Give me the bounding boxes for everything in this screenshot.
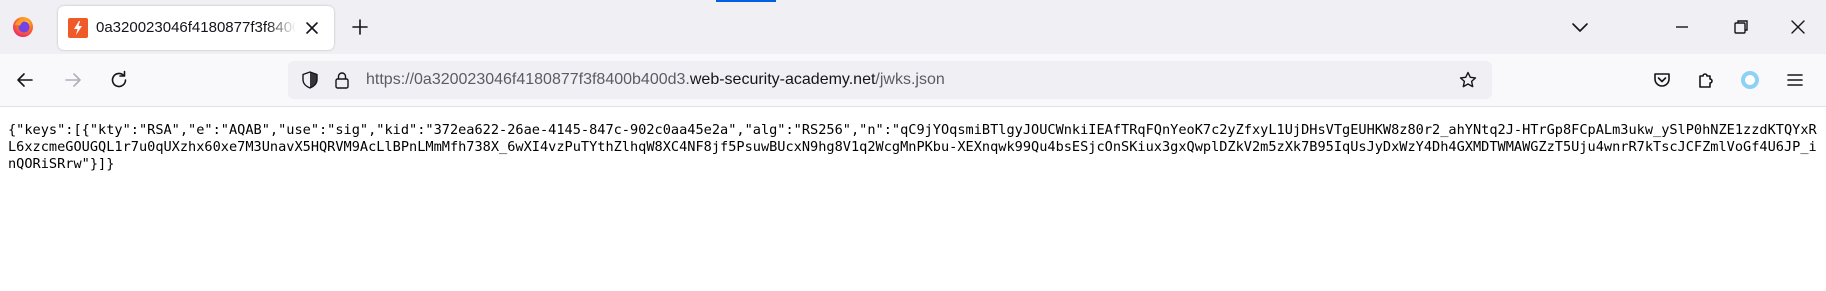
url-text[interactable]: https://0a320023046f4180877f3f8400b400d3… — [366, 71, 945, 89]
url-prefix: https://0a320023046f4180877f3f8400b400d3… — [366, 71, 690, 88]
firefox-icon[interactable] — [11, 15, 35, 39]
plus-icon[interactable] — [348, 15, 372, 39]
puzzle-icon[interactable] — [1694, 68, 1718, 92]
minimize-icon[interactable] — [1670, 15, 1694, 39]
arrow-left-icon[interactable] — [13, 68, 37, 92]
shield-icon[interactable] — [300, 70, 320, 90]
navigation-toolbar: https://0a320023046f4180877f3f8400b400d3… — [0, 54, 1826, 107]
window-close-icon[interactable] — [1786, 15, 1810, 39]
url-domain: web-security-academy.net — [689, 71, 876, 88]
lock-icon[interactable] — [332, 70, 352, 90]
star-icon[interactable] — [1458, 70, 1478, 90]
tab-title: 0a320023046f4180877f3f8400b400d3.web-sec… — [96, 19, 296, 36]
url-path: /jwks.json — [875, 71, 945, 88]
hamburger-menu-icon[interactable] — [1783, 68, 1807, 92]
tab-strip-indicator — [716, 0, 776, 2]
account-icon[interactable] — [1738, 68, 1762, 92]
arrow-right-icon[interactable] — [61, 68, 85, 92]
chevron-down-icon[interactable] — [1568, 15, 1592, 39]
restore-icon[interactable] — [1729, 15, 1753, 39]
address-bar[interactable]: https://0a320023046f4180877f3f8400b400d3… — [288, 61, 1492, 99]
reload-icon[interactable] — [107, 68, 131, 92]
close-icon[interactable] — [302, 18, 322, 38]
tab-active[interactable]: 0a320023046f4180877f3f8400b400d3.web-sec… — [58, 6, 334, 50]
portswigger-icon — [68, 18, 88, 38]
pocket-icon[interactable] — [1650, 68, 1674, 92]
tab-strip: 0a320023046f4180877f3f8400b400d3.web-sec… — [0, 0, 1826, 54]
raw-json-content: {"keys":[{"kty":"RSA","e":"AQAB","use":"… — [8, 122, 1817, 172]
